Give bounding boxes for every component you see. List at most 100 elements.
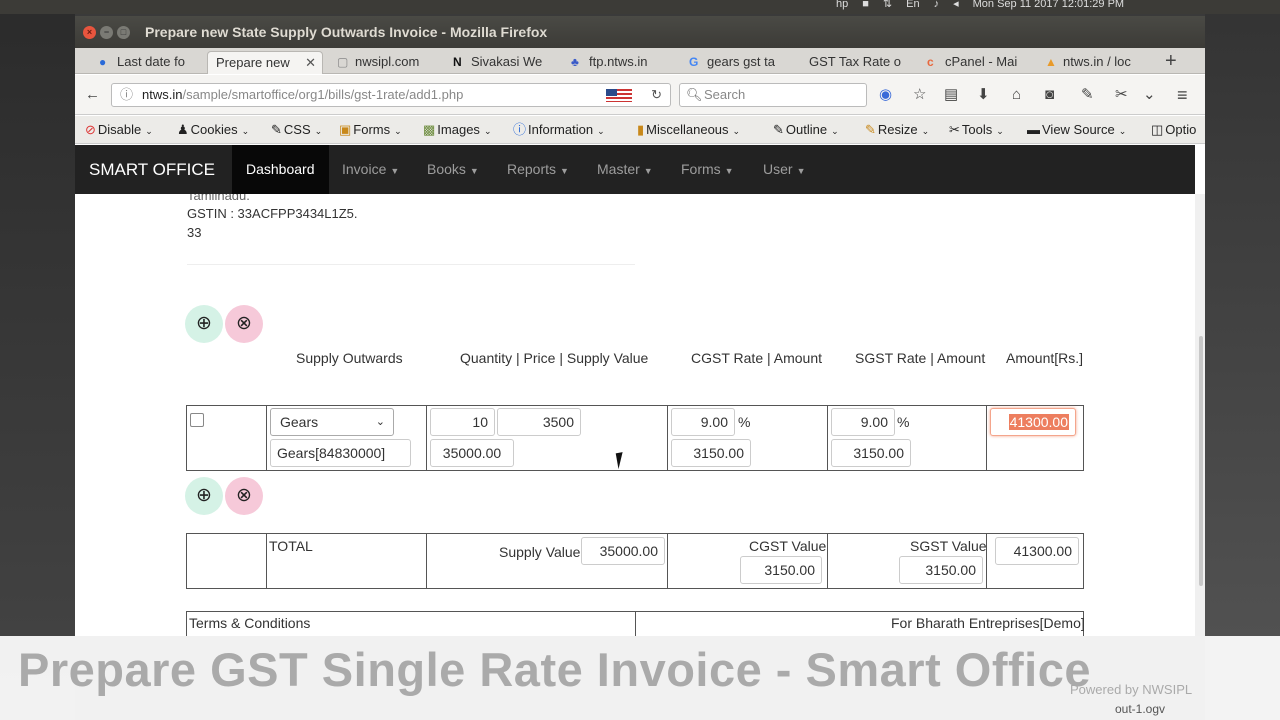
tab-label: nwsipl.com	[355, 54, 420, 69]
dev-images[interactable]: ▩ Images ⌄	[423, 116, 491, 145]
dev-css[interactable]: ✎ CSS ⌄	[271, 116, 322, 145]
tab-label: ntws.in / loc	[1063, 54, 1131, 69]
dev-view-source[interactable]: ▬ View Source ⌄	[1027, 116, 1126, 145]
clock[interactable]: Mon Sep 11 2017 12:01:29 PM	[973, 0, 1124, 10]
window-close-button[interactable]: ×	[83, 26, 96, 39]
grand-total-field[interactable]: 41300.00	[995, 537, 1079, 565]
divider	[986, 405, 987, 471]
row-select-checkbox[interactable]	[190, 413, 204, 427]
firefox-icon: ●	[99, 55, 107, 69]
chevron-down-icon: ⌄	[394, 126, 402, 136]
dev-label: Resize	[877, 122, 918, 137]
nav-label: Books	[427, 161, 466, 177]
chevron-down-icon: ⌄	[145, 126, 153, 136]
tab-gears-gst[interactable]: Ggears gst ta	[683, 51, 791, 74]
chevron-down-icon[interactable]: ⌄	[1143, 85, 1156, 105]
disable-icon: ⊘	[85, 122, 96, 137]
nav-label: User	[763, 161, 793, 177]
nav-reports[interactable]: Reports ▼	[493, 145, 583, 194]
cgst-rate-field[interactable]: 9.00	[671, 408, 735, 436]
cgst-amount-field[interactable]: 3150.00	[671, 439, 751, 467]
info-icon[interactable]: ⓘ	[120, 84, 133, 106]
add-row-button[interactable]: ⊕	[185, 477, 223, 515]
bookmark-star-icon[interactable]: ☆	[913, 85, 926, 105]
url-bar[interactable]: ⓘ ntws.in/sample/smartoffice/org1/bills/…	[111, 83, 671, 107]
amount-field[interactable]: 41300.00	[990, 408, 1076, 436]
brand-logo[interactable]: SMART OFFICE	[89, 145, 215, 194]
tab-last-date[interactable]: ● Last date fo	[93, 51, 205, 74]
amount-value: 41300.00	[1008, 414, 1069, 430]
title-bar: × − □ Prepare new State Supply Outwards …	[75, 16, 1205, 48]
search-input[interactable]: 🔍︎ Search	[679, 83, 867, 107]
nav-user[interactable]: User ▼	[749, 145, 819, 194]
system-tray: hp ■ ⇅ En ♪ ◂ Mon Sep 11 2017 12:01:29 P…	[836, 0, 1124, 10]
pocket-icon[interactable]: ◙	[1045, 85, 1054, 105]
total-cgst-field[interactable]: 3150.00	[740, 556, 822, 584]
chevron-down-icon: ⌄	[996, 126, 1004, 136]
total-sgst-field[interactable]: 3150.00	[899, 556, 983, 584]
dev-tools[interactable]: ✂ Tools ⌄	[949, 116, 1004, 145]
dev-outline[interactable]: ✎ Outline ⌄	[773, 116, 839, 145]
menu-icon[interactable]: ≡	[1177, 85, 1188, 105]
home-icon[interactable]: ⌂	[1012, 85, 1021, 105]
dev-information[interactable]: ⓘ Information ⌄	[513, 116, 605, 145]
misc-icon: ▮	[637, 122, 645, 137]
tab-sivakasi[interactable]: N Sivakasi We	[447, 51, 555, 74]
dev-label: View Source	[1042, 122, 1115, 137]
tab-prepare-new[interactable]: Prepare new ✕	[207, 51, 323, 74]
nav-label: Reports	[507, 161, 557, 177]
remove-row-button[interactable]: ⊗	[225, 305, 263, 343]
add-row-button[interactable]: ⊕	[185, 305, 223, 343]
app-navbar: SMART OFFICE Dashboard Invoice ▼ Books ▼ R…	[75, 145, 1195, 194]
tab-phpmyadmin[interactable]: ▲ ntws.in / loc	[1039, 51, 1151, 74]
dev-disable[interactable]: ⊘ Disable ⌄	[85, 116, 153, 145]
extension-icon[interactable]: ◉	[879, 85, 892, 105]
nav-label: Master	[597, 161, 640, 177]
supply-value-field[interactable]: 35000.00	[430, 439, 514, 467]
dev-miscellaneous[interactable]: ▮ Miscellaneous ⌄	[637, 116, 740, 145]
quantity-field[interactable]: 10	[430, 408, 495, 436]
tab-cpanel[interactable]: c cPanel - Mai	[921, 51, 1029, 74]
downloads-icon[interactable]: ⬇	[977, 85, 990, 105]
dev-options[interactable]: ◫ Optio	[1151, 116, 1196, 144]
product-code-field[interactable]: Gears[84830000]	[270, 439, 411, 467]
remove-row-button[interactable]: ⊗	[225, 477, 263, 515]
nav-invoice[interactable]: Invoice ▼	[328, 145, 413, 194]
forms-icon: ▣	[339, 122, 352, 137]
total-supply-field[interactable]: 35000.00	[581, 537, 665, 565]
sgst-amount-field[interactable]: 3150.00	[831, 439, 911, 467]
back-icon[interactable]: ←	[85, 85, 100, 105]
window-minimize-button[interactable]: −	[100, 26, 113, 39]
dev-resize[interactable]: ✎ Resize ⌄	[865, 116, 929, 145]
price-field[interactable]: 3500	[497, 408, 581, 436]
party-state: Tamilnadu.	[187, 194, 250, 203]
reading-list-icon[interactable]: ▤	[944, 85, 958, 105]
nav-forms[interactable]: Forms ▼	[667, 145, 748, 194]
tab-close-icon[interactable]: ✕	[305, 52, 316, 74]
tab-gst-tax-rate[interactable]: GST Tax Rate o	[801, 51, 911, 74]
sgst-rate-field[interactable]: 9.00	[831, 408, 895, 436]
tools-icon[interactable]: ✂	[1115, 85, 1128, 105]
pen-icon[interactable]: ✎	[1081, 85, 1094, 105]
scrollbar-thumb[interactable]	[1199, 336, 1203, 586]
tab-label: Sivakasi We	[471, 54, 543, 69]
new-tab-button[interactable]: +	[1165, 50, 1177, 72]
reload-icon[interactable]: ↻	[651, 84, 662, 106]
caption-title: Prepare GST Single Rate Invoice - Smart …	[18, 643, 1091, 696]
tab-nwsipl[interactable]: ▢ nwsipl.com	[331, 51, 437, 74]
mouse-cursor	[615, 450, 633, 470]
caret-down-icon: ▼	[724, 166, 734, 176]
nav-dashboard[interactable]: Dashboard	[232, 145, 329, 194]
window-maximize-button[interactable]: □	[117, 26, 130, 39]
tab-ftp[interactable]: ♣ ftp.ntws.in	[565, 51, 673, 74]
speaker-icon: ◂	[953, 0, 959, 10]
nav-books[interactable]: Books ▼	[413, 145, 493, 194]
divider	[187, 264, 635, 265]
tab-label: gears gst ta	[707, 54, 775, 69]
dev-forms[interactable]: ▣ Forms ⌄	[339, 116, 402, 145]
resize-icon: ✎	[865, 122, 876, 137]
nav-master[interactable]: Master ▼	[583, 145, 667, 194]
chevron-down-icon: ⌄	[375, 416, 385, 428]
product-select[interactable]: Gears ⌄	[270, 408, 394, 436]
dev-cookies[interactable]: ♟ Cookies ⌄	[177, 116, 249, 145]
